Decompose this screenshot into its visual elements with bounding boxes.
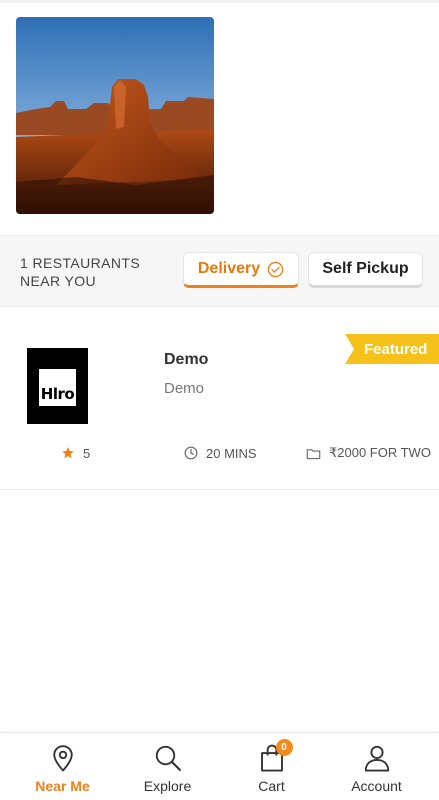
wallet-icon (306, 448, 321, 459)
nav-near-me[interactable]: Near Me (10, 733, 115, 800)
nav-account[interactable]: Account (324, 733, 429, 800)
price-for-two-value: ₹2000 FOR TWO (329, 445, 431, 460)
nav-account-label: Account (351, 778, 402, 794)
delivery-time: 20 MINS (184, 444, 257, 462)
desert-landscape-image (16, 17, 214, 214)
restaurant-count: 1 RESTAURANTS NEAR YOU (20, 254, 170, 290)
nav-cart[interactable]: 0 Cart (219, 733, 324, 800)
price-for-two: ₹2000 FOR TWO (306, 444, 431, 462)
restaurant-rating: 5 (61, 444, 90, 462)
restaurant-description: Demo (164, 380, 205, 397)
tab-delivery-label: Delivery (197, 260, 261, 277)
rating-value: 5 (83, 445, 91, 461)
featured-badge-label: Featured (364, 340, 428, 358)
promo-banner-image[interactable] (16, 17, 214, 214)
nav-near-me-label: Near Me (35, 778, 90, 794)
delivery-time-value: 20 MINS (206, 445, 257, 461)
clock-icon (184, 446, 198, 460)
search-icon (155, 745, 181, 771)
tab-self-pickup[interactable]: Self Pickup (308, 252, 423, 288)
restaurant-logo: Hlro (27, 348, 88, 424)
restaurant-name[interactable]: Demo (164, 351, 208, 369)
nav-explore[interactable]: Explore (115, 733, 220, 800)
restaurant-count-line1: 1 RESTAURANTS (20, 255, 141, 271)
check-circle-icon (267, 261, 284, 277)
top-divider (0, 0, 439, 3)
restaurant-logo-text: Hlro (40, 385, 75, 403)
cart-count-badge: 0 (275, 739, 293, 756)
location-pin-icon (52, 745, 73, 772)
tab-self-pickup-label: Self Pickup (322, 260, 409, 277)
featured-badge: Featured (345, 334, 439, 364)
nav-cart-label: Cart (258, 778, 285, 794)
bottom-navigation: Near Me Explore 0 Cart Account (0, 732, 439, 800)
user-icon (364, 745, 389, 772)
star-icon (62, 447, 74, 459)
restaurant-count-line2: NEAR YOU (20, 273, 97, 289)
tab-delivery[interactable]: Delivery (183, 252, 299, 288)
nav-explore-label: Explore (143, 778, 192, 794)
